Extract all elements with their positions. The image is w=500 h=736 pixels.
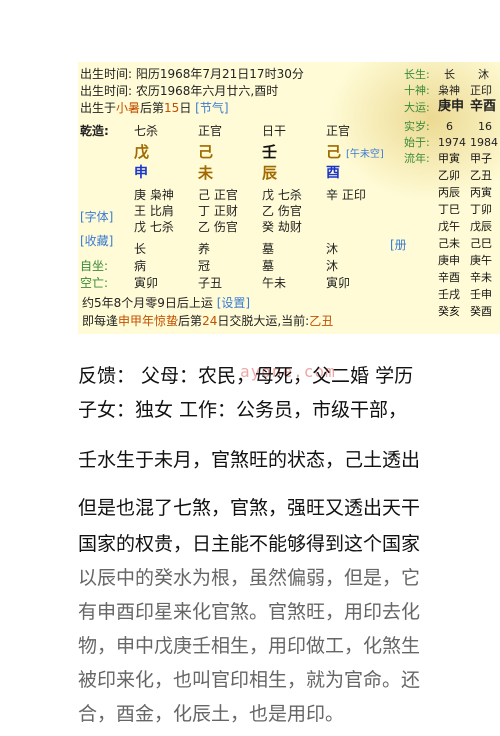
liunian-3-a: 丙辰 (438, 186, 460, 199)
birth-lunar-line: 出生时间: 农历1968年六月廿六,酉时 (80, 84, 279, 98)
rp-start-label: 始于: (404, 136, 430, 149)
paragraph-analysis-2-line-5: 物，申中戊庚壬相生，用印做工，化煞生 (78, 635, 421, 657)
liunian-6-b: 己巳 (470, 237, 492, 250)
zizuo-label: 自坐: (80, 259, 109, 273)
kongwang-hour: 寅卯 (326, 276, 351, 290)
top-god-4: 正官 (326, 124, 351, 138)
rp-dayun-2[interactable]: 辛酉 (470, 100, 496, 113)
rp-dayun-label: 大运: (404, 101, 430, 114)
liunian-2-a: 乙卯 (438, 169, 460, 182)
rp-shishen-1: 枭神 (438, 84, 460, 97)
paragraph-analysis-2-line-4: 有申酉印星来化官煞。官煞旺，用印去化 (78, 601, 421, 623)
rp-start-2: 1984 (470, 136, 498, 149)
rp-age-2: 16 (478, 120, 492, 133)
hidden-year-3: 戊 七杀 (134, 220, 174, 234)
hidden-day-2: 乙 伤官 (262, 204, 302, 218)
rp-shishen-label: 十神: (404, 84, 430, 97)
paragraph-analysis-2-line-6: 被印来化，也叫官印相生，就为官命。还 (78, 669, 421, 691)
liunian-5-b: 戊辰 (470, 220, 492, 233)
liunian-5-a: 戊午 (438, 220, 460, 233)
hidden-day-3: 癸 劫财 (262, 220, 302, 234)
hidden-year-2: 王 比肩 (134, 204, 174, 218)
dayun-panel: 长生: 长 沐 十神: 枭神 正印 大运: 庚申 辛酉 实岁: 6 16 始于:… (400, 66, 500, 334)
liunian-6-a: 己未 (438, 237, 460, 250)
top-god-2: 正官 (198, 124, 223, 138)
paragraph-analysis-1: 壬水生于未月，官煞旺的状态，己土透出 (78, 449, 421, 471)
liunian-1-b: 甲子 (470, 152, 492, 165)
settings-tag[interactable]: [设置] (217, 296, 250, 310)
rp-dayun-1[interactable]: 庚申 (438, 100, 464, 113)
changsheng-month: 养 (198, 242, 211, 256)
zizuo-year: 病 (134, 259, 147, 273)
paragraph-children: 子女：独女 工作：公务员，市级干部， (78, 399, 408, 421)
hidden-hour-1: 辛 正印 (326, 188, 366, 202)
paragraph-analysis-2-line-7: 合，酉金，化辰土，也是用印。 (78, 703, 345, 725)
liunian-10-b: 癸酉 (470, 305, 492, 318)
jiaoyun-line: 即每逢申甲年惊蛰后第24日交脱大运,当前:乙丑 (82, 314, 334, 328)
rp-start-1: 1974 (438, 136, 466, 149)
kongwang-tag[interactable]: [午未空] (346, 148, 384, 162)
liunian-9-b: 壬申 (470, 288, 492, 301)
rp-changsheng-1: 长 (444, 68, 455, 81)
liunian-2-b: 乙丑 (470, 169, 492, 182)
changsheng-day: 墓 (262, 242, 275, 256)
branch-month: 未 (198, 164, 214, 182)
font-tag[interactable]: [字体] (80, 210, 113, 224)
liunian-7-a: 庚申 (438, 254, 460, 267)
qianzao-label: 乾造: (80, 124, 109, 138)
hidden-year-1: 庚 枭神 (134, 188, 174, 202)
paragraph-analysis-2-line-3: 以辰中的癸水为根，虽然偏弱，但是，它 (78, 567, 421, 589)
kongwang-year: 寅卯 (134, 276, 159, 290)
hidden-month-2: 丁 正财 (198, 204, 238, 218)
rp-age-label: 实岁: (404, 120, 430, 133)
hidden-day-1: 戊 七杀 (262, 188, 302, 202)
solar-term-line: 出生于小暑后第15日 [节气] (80, 101, 229, 115)
changsheng-hour: 沐 (326, 242, 339, 256)
zizuo-day: 墓 (262, 259, 275, 273)
paragraph-analysis-2-line-2: 国家的权贵，日主能不能够得到这个国家 (78, 533, 421, 555)
rp-liunian-label: 流年: (404, 152, 430, 165)
top-god-1: 七杀 (134, 124, 159, 138)
liunian-9-a: 壬戌 (438, 288, 460, 301)
liunian-8-a: 辛酉 (438, 271, 460, 284)
branch-hour: 酉 (326, 165, 340, 181)
stem-day: 壬 (262, 143, 278, 161)
stem-year: 戊 (134, 143, 150, 161)
birth-solar-line: 出生时间: 阳历1968年7月21日17时30分 (80, 67, 304, 81)
branch-year: 申 (134, 165, 148, 181)
qiyun-line: 约5年8个月零9日后上运 [设置] (82, 296, 251, 310)
rp-changsheng-label: 长生: (404, 68, 430, 81)
favorite-tag[interactable]: [收藏] (80, 234, 113, 248)
rp-shishen-2: 正印 (470, 84, 492, 97)
bazi-chart: 出生时间: 阳历1968年7月21日17时30分 出生时间: 农历1968年六月… (78, 62, 500, 334)
hidden-month-3: 乙 伤官 (198, 220, 238, 234)
rp-changsheng-2: 沐 (478, 68, 489, 81)
kongwang-month: 子丑 (198, 276, 223, 290)
solar-term-tag[interactable]: [节气] (195, 101, 228, 115)
liunian-4-a: 丁巳 (438, 203, 460, 216)
rp-age-1: 6 (446, 120, 453, 133)
stem-hour: 己 (326, 143, 342, 161)
kongwang-day: 午未 (262, 276, 287, 290)
liunian-3-b: 丙寅 (470, 186, 492, 199)
top-god-3: 日干 (262, 124, 287, 138)
branch-day: 辰 (262, 164, 278, 182)
liunian-8-b: 辛未 (470, 271, 492, 284)
changsheng-year: 长 (134, 242, 147, 256)
zizuo-month: 冠 (198, 259, 211, 273)
liunian-10-a: 癸亥 (438, 305, 460, 318)
hidden-month-1: 己 正官 (198, 188, 238, 202)
paragraph-feedback: 反馈： 父母：农民，母死，父二婚 学历 (78, 365, 414, 387)
zizuo-hour: 沐 (326, 259, 339, 273)
paragraph-analysis-2-line-1: 但是也混了七煞，官煞，强旺又透出天干 (78, 497, 421, 519)
liunian-1-a: 甲寅 (438, 152, 460, 165)
liunian-4-b: 丁卯 (470, 203, 492, 216)
liunian-7-b: 庚午 (470, 254, 492, 267)
stem-month: 己 (198, 143, 214, 161)
kongwang-label: 空亡: (80, 276, 109, 290)
